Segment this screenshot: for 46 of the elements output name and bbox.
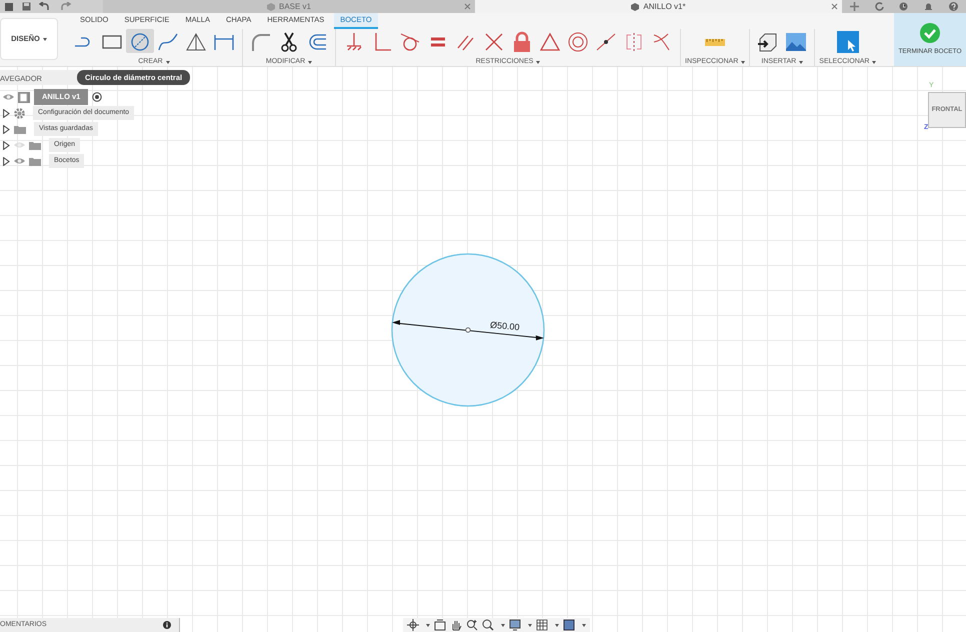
center-point (465, 327, 471, 333)
document-title: BASE v1 (278, 0, 311, 12)
clock-icon[interactable] (899, 2, 908, 11)
caret-icon (42, 38, 47, 40)
bell-icon[interactable] (924, 2, 934, 11)
caret-icon (166, 60, 170, 64)
check-icon (920, 22, 940, 43)
save-icon[interactable] (22, 2, 31, 11)
cube-icon (266, 2, 275, 10)
gear-icon (14, 108, 25, 118)
folder-icon (14, 124, 26, 134)
help-icon[interactable] (949, 2, 958, 11)
dimension-text: Ø50.00 (489, 318, 520, 334)
info-icon[interactable] (163, 621, 171, 629)
folder-icon (29, 140, 41, 150)
redo-icon[interactable] (59, 2, 71, 11)
caret-icon (426, 624, 430, 626)
orbit-icon[interactable] (407, 619, 419, 631)
caret-icon (528, 624, 532, 626)
zoom-icon[interactable] (466, 619, 478, 631)
document-tab[interactable]: ANILLO v1* (475, 0, 842, 13)
refresh-icon[interactable] (874, 2, 884, 11)
caret-icon (555, 624, 559, 626)
undo-icon[interactable] (39, 2, 51, 11)
grid-menu-icon[interactable] (4, 2, 14, 12)
zoom-window-icon[interactable] (482, 619, 494, 631)
display-icon[interactable] (509, 619, 521, 631)
grid-icon[interactable] (536, 619, 548, 631)
caret-icon (872, 60, 876, 64)
document-title: ANILLO v1* (643, 0, 686, 12)
eye-icon[interactable] (14, 157, 25, 165)
cube-icon (631, 2, 640, 10)
hand-icon[interactable] (450, 619, 462, 631)
viewport-icon[interactable] (563, 619, 575, 631)
component-icon (18, 92, 30, 102)
caret-icon (582, 624, 586, 626)
activate-radio-icon[interactable] (92, 92, 102, 102)
caret-icon (536, 60, 540, 64)
look-at-icon[interactable] (434, 619, 446, 631)
caret-icon (741, 60, 746, 64)
caret-icon (799, 60, 804, 64)
eye-icon[interactable] (3, 93, 14, 101)
caret-icon (308, 60, 312, 64)
caret-icon (501, 624, 505, 626)
plus-icon[interactable] (850, 2, 859, 11)
folder-icon (29, 156, 41, 166)
